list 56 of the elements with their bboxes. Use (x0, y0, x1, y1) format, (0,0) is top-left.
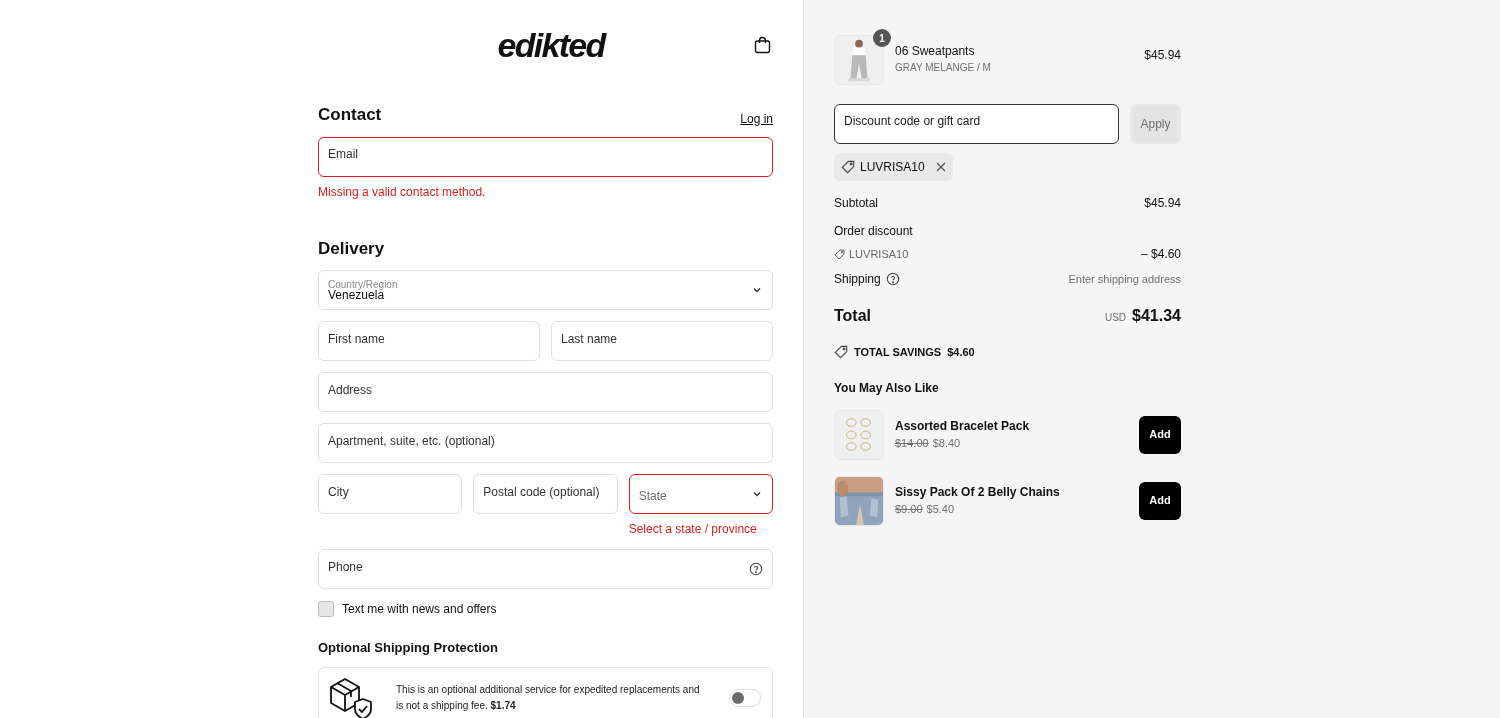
section-heading: Delivery (318, 237, 386, 260)
add-button[interactable]: Add (1139, 415, 1181, 454)
toggle-switch[interactable] (729, 688, 761, 707)
section-heading: Contact (318, 104, 382, 126)
original-price: $9.00 (895, 502, 923, 518)
error-message: Select a state / province (628, 521, 758, 538)
total-value: $41.34 (1132, 306, 1181, 326)
add-button[interactable]: Add (1139, 481, 1181, 520)
country-select[interactable]: Country/Region Venezuela (318, 270, 773, 310)
text-field[interactable]: Email (318, 136, 773, 177)
summary-value: Enter shipping address (1068, 271, 1181, 287)
login-link[interactable]: Log in (740, 109, 773, 128)
text-field[interactable]: Address (318, 372, 773, 412)
original-price: $14.00 (895, 436, 929, 452)
summary-label: Order discount (834, 223, 914, 240)
summary-value: $45.94 (1144, 195, 1181, 212)
phone-field[interactable]: Phone (318, 549, 773, 589)
text-field[interactable]: Postal code (optional) (473, 474, 618, 514)
error-message: Missing a valid contact method. (318, 183, 487, 201)
checkbox[interactable] (318, 601, 334, 617)
close-icon[interactable] (935, 162, 946, 172)
help-icon (749, 562, 763, 576)
summary-value: – $4.60 (1140, 246, 1181, 263)
tag-icon (841, 160, 855, 174)
product-variant: GRAY MELANGE / M (895, 61, 992, 75)
summary-label: Subtotal (834, 195, 879, 212)
help-icon (885, 272, 900, 286)
product-name: Assorted Bracelet Pack (895, 418, 1031, 436)
discount-tag: LUVRISA10 (834, 153, 953, 181)
product-name: Sissy Pack Of 2 Belly Chains (895, 484, 1061, 502)
section-heading: Optional Shipping Protection (318, 639, 499, 657)
tag-icon (834, 248, 845, 260)
text-field[interactable]: First name (318, 321, 540, 361)
section-heading: You May Also Like (834, 379, 940, 397)
text-field[interactable]: Last name (551, 321, 773, 361)
text-field[interactable]: City (318, 474, 463, 514)
product-name: 06 Sweatpants (895, 43, 976, 60)
total-label: Total (834, 306, 872, 326)
shopping-bag-icon[interactable] (754, 36, 771, 54)
product-price: $45.94 (1144, 47, 1181, 64)
state-select[interactable]: State (628, 474, 773, 514)
sale-price: $5.40 (926, 502, 955, 518)
currency-code: USD (1104, 311, 1127, 325)
summary-label: Shipping (834, 271, 881, 288)
protection-text: This is an optional additional service for expedited replacements and is not a shipping fee. $1.74 (396, 682, 701, 713)
discount-code: LUVRISA10 (849, 246, 909, 262)
quantity-badge: 1 (873, 29, 891, 47)
savings-value: $4.60 (947, 345, 975, 360)
sale-price: $8.40 (932, 436, 961, 452)
logo[interactable]: edikted (497, 28, 605, 62)
discount-field[interactable]: Discount code or gift card (834, 104, 1119, 144)
tag-icon (834, 345, 848, 360)
savings-label: TOTAL SAVINGS (854, 345, 942, 360)
text-field[interactable]: Apartment, suite, etc. (optional) (318, 423, 773, 463)
checkbox-label: Text me with news and offers (342, 601, 497, 618)
apply-button[interactable]: Apply (1130, 104, 1181, 144)
